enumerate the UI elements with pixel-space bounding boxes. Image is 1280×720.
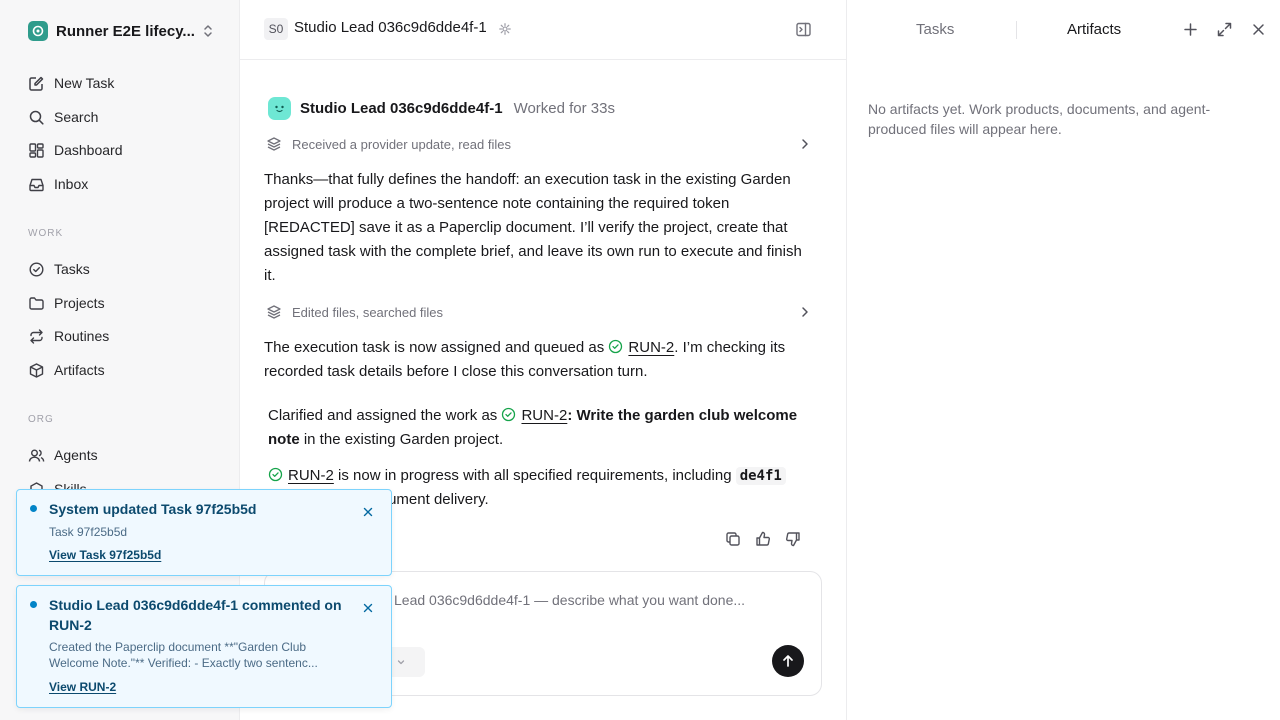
repeat-icon (28, 328, 45, 345)
activity-row[interactable]: Edited files, searched files (266, 301, 812, 323)
tab-tasks[interactable]: Tasks (916, 21, 954, 38)
sidebar-item-projects-label: Projects (54, 295, 105, 311)
artifacts-empty-state: No artifacts yet. Work products, documen… (868, 101, 1211, 137)
users-icon (28, 447, 45, 464)
activity-label: Edited files, searched files (292, 304, 444, 320)
sidebar-item-projects[interactable]: Projects (28, 291, 105, 315)
check-circle-icon (608, 339, 623, 354)
chevron-right-icon (798, 305, 812, 319)
sidebar-item-agents[interactable]: Agents (28, 443, 98, 467)
check-circle-icon (268, 467, 283, 482)
avatar (268, 96, 291, 120)
chevron-up-down-icon (202, 22, 214, 40)
plus-icon[interactable] (1182, 21, 1199, 38)
nav-new-task-label: New Task (54, 75, 115, 91)
sidebar-item-tasks[interactable]: Tasks (28, 257, 90, 281)
summary-text: in the existing Garden project. (299, 431, 504, 448)
inbox-icon (28, 176, 45, 193)
thumbs-up-icon[interactable] (754, 530, 772, 548)
sidebar-item-agents-label: Agents (54, 447, 98, 463)
section-label-work: WORK (28, 228, 64, 239)
tab-artifacts[interactable]: Artifacts (1067, 21, 1121, 38)
run-link[interactable]: RUN-2 (628, 339, 674, 356)
sidebar-item-routines[interactable]: Routines (28, 324, 109, 348)
toast-body: Task 97f25b5d (49, 525, 128, 539)
thumbs-down-icon[interactable] (784, 530, 802, 548)
dashboard-icon (28, 142, 45, 159)
summary-text: Clarified and assigned the work as (268, 407, 502, 424)
toast-link[interactable]: View Task 97f25b5d (49, 548, 161, 562)
sidebar-item-routines-label: Routines (54, 328, 110, 344)
token-code: de4f1 (735, 467, 786, 485)
composer-input[interactable]: Lead 036c9d6dde4f-1 — describe what you … (394, 592, 745, 608)
toast-notification: Studio Lead 036c9d6dde4f-1 commented on … (16, 585, 392, 708)
sidebar-item-artifacts-label: Artifacts (54, 362, 105, 378)
unread-dot (30, 601, 37, 608)
activity-row[interactable]: Received a provider update, read files (266, 133, 812, 155)
send-button[interactable] (772, 645, 804, 677)
sidebar-item-artifacts[interactable]: Artifacts (28, 358, 105, 382)
message-paragraph: Thanks—that fully defines the handoff: a… (264, 171, 802, 284)
close-icon[interactable] (1250, 21, 1267, 38)
section-label-org: ORG (28, 414, 54, 425)
box-icon (28, 362, 45, 379)
nav-new-task[interactable]: New Task (28, 71, 114, 95)
folder-icon (28, 295, 45, 312)
unread-dot (30, 505, 37, 512)
message-author: Studio Lead 036c9d6dde4f-1 (300, 99, 503, 117)
layers-icon (266, 136, 282, 152)
toast-title: System updated Task 97f25b5d (49, 501, 257, 517)
summary-text: is now in progress with all specified re… (333, 467, 736, 484)
nav-search[interactable]: Search (28, 105, 98, 129)
nav-dashboard[interactable]: Dashboard (28, 138, 123, 162)
arrow-up-icon (781, 654, 795, 668)
search-icon (28, 109, 45, 126)
nav-inbox[interactable]: Inbox (28, 172, 88, 196)
toast-link[interactable]: View RUN-2 (49, 680, 116, 694)
summary-paragraph: Clarified and assigned the work as RUN-2… (268, 404, 798, 452)
nav-search-label: Search (54, 109, 99, 125)
close-icon[interactable] (362, 602, 374, 614)
sidebar-item-tasks-label: Tasks (54, 261, 90, 277)
message-paragraph: The execution task is now assigned and q… (264, 336, 804, 384)
page-title: Studio Lead 036c9d6dde4f-1 (294, 19, 487, 36)
toast-notification: System updated Task 97f25b5d Task 97f25b… (16, 489, 392, 576)
message-actions (724, 530, 802, 548)
chevron-down-icon (396, 657, 406, 667)
artifacts-panel: Tasks Artifacts No artifacts yet. Work p… (846, 0, 1280, 720)
gear-icon[interactable] (499, 23, 511, 35)
message-header: Studio Lead 036c9d6dde4f-1 Worked for 33… (268, 96, 615, 120)
check-circle-icon (28, 261, 45, 278)
para-text: The execution task is now assigned and q… (264, 339, 609, 356)
check-circle-icon (501, 407, 516, 422)
workspace-name: Runner E2E lifecy... (56, 22, 194, 40)
copy-icon[interactable] (724, 530, 742, 548)
run-link[interactable]: RUN-2 (521, 407, 567, 424)
toggle-panel-icon[interactable] (795, 21, 812, 38)
chevron-right-icon (798, 137, 812, 151)
nav-inbox-label: Inbox (54, 176, 89, 192)
agent-badge: S0 (264, 18, 288, 40)
activity-label: Received a provider update, read files (292, 136, 511, 152)
layers-icon (266, 304, 282, 320)
conversation-header: S0 Studio Lead 036c9d6dde4f-1 (240, 0, 846, 60)
expand-icon[interactable] (1216, 21, 1233, 38)
edit-icon (28, 75, 45, 92)
toast-body: Created the Paperclip document **"Garden… (49, 640, 318, 670)
workspace-switcher[interactable]: Runner E2E lifecy... (28, 19, 214, 43)
close-icon[interactable] (362, 506, 374, 518)
tab-divider (1016, 21, 1017, 39)
toast-title: Studio Lead 036c9d6dde4f-1 commented on … (49, 597, 342, 633)
workspace-logo (28, 21, 48, 41)
nav-dashboard-label: Dashboard (54, 142, 123, 158)
message-duration: Worked for 33s (513, 99, 615, 117)
run-link[interactable]: RUN-2 (288, 467, 334, 484)
